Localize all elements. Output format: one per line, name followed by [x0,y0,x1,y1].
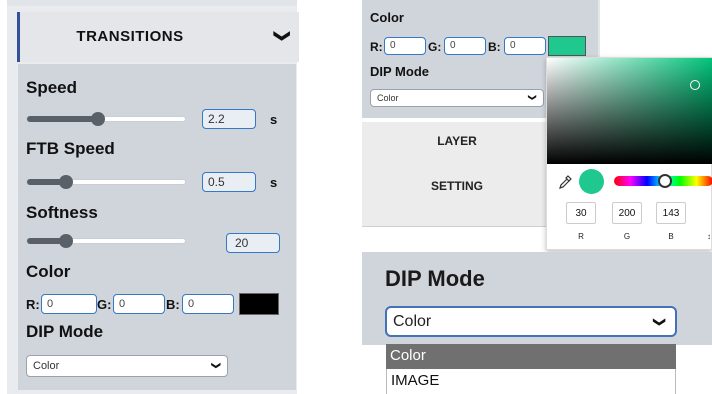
picker-value-r[interactable]: 30 [566,202,596,224]
color-picker-popup: 30 200 143 R G B ↕ [546,57,712,250]
menu-item-layer[interactable]: LAYER [362,134,552,148]
speed-slider[interactable] [26,112,186,126]
picker-g-input[interactable]: 0 [444,37,486,55]
color-label: Color [26,262,71,281]
picker-b-input[interactable]: 0 [504,37,546,55]
panel-top-strip [7,0,297,6]
chevron-down-icon[interactable]: ❯ [272,29,292,42]
menu-divider [362,226,552,227]
speed-label: Speed [26,78,78,97]
eyedropper-icon[interactable] [557,174,573,190]
picker-label-b: B [668,232,674,241]
dip-mode-select[interactable]: Color ❯ [26,355,228,377]
ftb-speed-label: FTB Speed [26,139,115,158]
dip-mode-value: Color [33,360,60,372]
ftb-speed-unit: s [270,175,278,190]
dip-mode-title: DIP Mode [385,266,485,291]
speed-unit: s [270,112,278,127]
format-toggle-icon[interactable]: ↕ [707,232,711,241]
menu-item-setting[interactable]: SETTING [362,179,552,193]
picker-color-label: Color [370,10,404,25]
picker-g-label: G: [428,40,442,54]
dip-mode-label: DIP Mode [26,322,104,341]
softness-slider[interactable] [26,234,186,248]
transitions-title: TRANSITIONS [76,28,184,45]
picker-dip-mode-label: DIP Mode [370,64,429,79]
picker-r-label: R: [370,40,383,54]
ftb-speed-input[interactable]: 0.5 [202,172,256,192]
color-preview [579,169,604,194]
speed-slider-handle[interactable] [91,112,105,126]
g-input[interactable]: 0 [113,294,165,314]
picker-value-b[interactable]: 143 [656,202,686,224]
hue-slider-handle[interactable] [658,174,672,188]
r-label: R: [26,297,40,312]
softness-label: Softness [26,203,98,222]
softness-slider-handle[interactable] [59,234,73,248]
picker-value-g[interactable]: 200 [612,202,642,224]
picker-color-swatch[interactable] [548,36,586,56]
dropdown-option-color[interactable]: Color [386,344,676,369]
speed-slider-fill [27,116,97,122]
b-input[interactable]: 0 [182,294,234,314]
ftb-speed-slider[interactable] [26,175,186,189]
ftb-speed-slider-handle[interactable] [59,175,73,189]
picker-r-input[interactable]: 0 [384,37,426,55]
color-swatch[interactable] [239,293,279,315]
speed-input[interactable]: 2.2 [202,109,256,129]
softness-input[interactable]: 20 [226,233,280,253]
transitions-header[interactable]: TRANSITIONS ❯ [17,12,299,62]
g-label: G: [97,297,112,312]
picker-label-r: R [578,232,584,241]
saturation-value-area[interactable] [547,58,712,164]
chevron-down-icon: ❯ [211,361,222,370]
chevron-down-icon: ❯ [528,94,538,101]
picker-label-g: G [623,232,631,241]
b-label: B: [166,297,180,312]
dip-mode-select-open[interactable]: Color ❯ [385,306,677,337]
picker-dip-mode-value: Color [377,93,399,103]
dip-mode-dropdown-panel: DIP Mode Color ❯ Color IMAGE [362,252,712,394]
r-input[interactable]: 0 [41,294,97,314]
dip-mode-select-value: Color [393,313,432,330]
dropdown-option-image[interactable]: IMAGE [386,369,676,394]
saturation-cursor[interactable] [690,80,700,90]
picker-b-label: B: [488,40,501,54]
chevron-down-icon: ❯ [652,316,667,328]
picker-dip-mode-select[interactable]: Color ❯ [370,89,544,107]
